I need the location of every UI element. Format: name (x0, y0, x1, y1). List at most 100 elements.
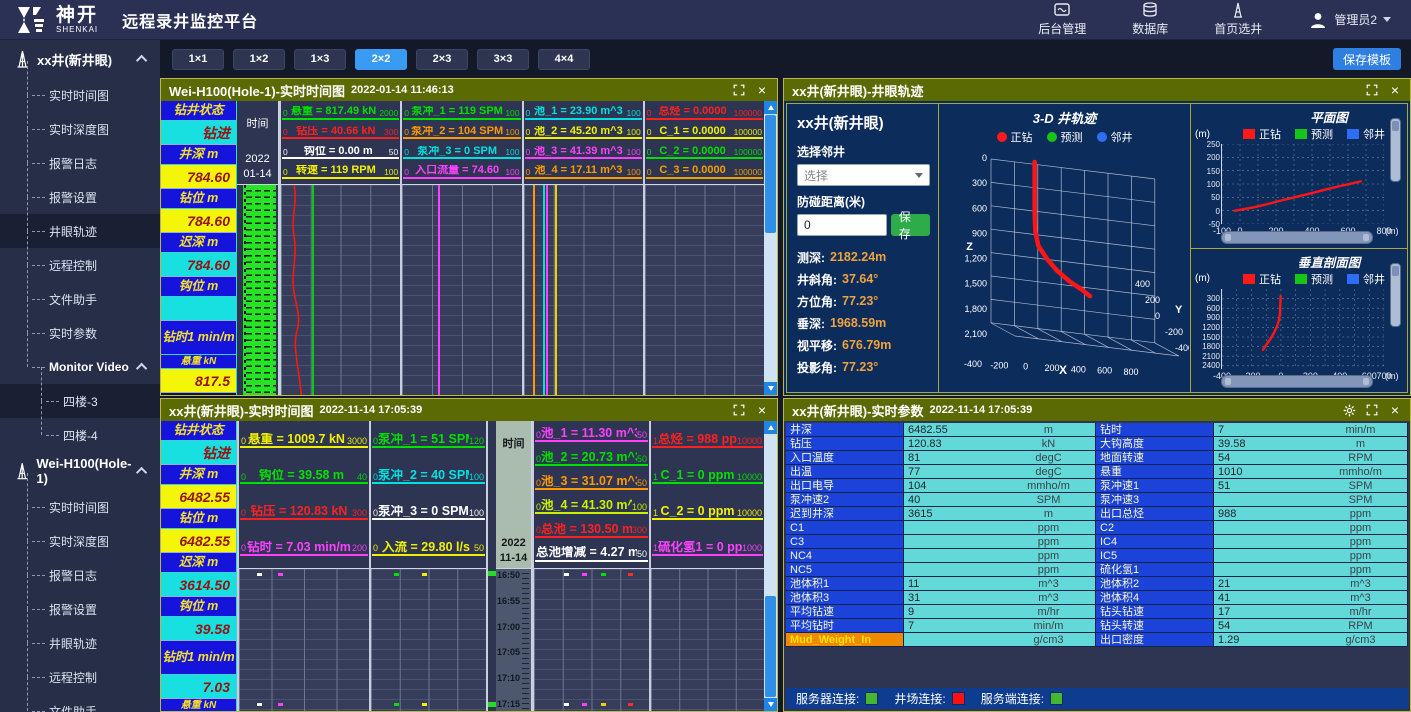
param-item: 迟深 m 3614.50 (161, 553, 236, 597)
tree-dash (32, 129, 45, 130)
sidebar-item[interactable]: Monitor Video (0, 350, 160, 384)
expand-icon[interactable] (1365, 83, 1379, 97)
close-icon[interactable]: × (755, 403, 769, 417)
param-value: 7.03 (161, 675, 236, 699)
sidebar-item[interactable]: 四楼-4 (0, 418, 160, 452)
sidebar-item[interactable]: Wei-H100(Hole-1) (0, 452, 160, 490)
tree-dash (32, 197, 45, 198)
sidebar-item[interactable]: 实时时间图 (0, 490, 160, 524)
horizontal-scrollbar[interactable] (1221, 375, 1373, 388)
layout-button[interactable]: 1×1 (172, 49, 224, 70)
save-template-button[interactable]: 保存模板 (1333, 48, 1401, 70)
layout-button[interactable]: 2×3 (416, 49, 468, 70)
param-item: 钻位 m 784.60 (161, 189, 236, 233)
curve-header: 0钻压 = 120.83 kN300 (240, 505, 368, 520)
param-value-cell: 3615 (904, 507, 1002, 521)
anticollision-distance-input[interactable]: 0 (797, 214, 887, 236)
sidebar-item[interactable]: 井眼轨迹 (0, 626, 160, 660)
param-unit-cell: m/hr (1002, 605, 1096, 619)
layout-button[interactable]: 1×3 (294, 49, 346, 70)
close-icon[interactable]: × (1388, 403, 1402, 417)
param-unit-cell: m^3 (1002, 577, 1096, 591)
table-row: 池体积3 31 m^3 池体积4 41 m^3 (786, 591, 1408, 605)
scroll-down-icon[interactable] (764, 698, 777, 711)
param-unit-cell: degC (1002, 465, 1096, 479)
expand-icon[interactable] (732, 83, 746, 97)
param-name-cell: 钻头转速 (1096, 619, 1214, 633)
vertical-scrollbar[interactable] (1390, 118, 1401, 182)
sidebar-item[interactable]: 远程控制 (0, 660, 160, 694)
param-name-cell: 井深 (786, 423, 904, 437)
layout-button[interactable]: 2×2 (355, 49, 407, 70)
vertical-scrollbar[interactable] (764, 421, 777, 711)
sidebar-item[interactable]: 实时深度图 (0, 112, 160, 146)
layout-button[interactable]: 4×4 (538, 49, 590, 70)
param-name-cell: 钻压 (786, 437, 904, 451)
close-icon[interactable]: × (755, 83, 769, 97)
param-value-cell: 41 (1214, 591, 1314, 605)
tree-dash (32, 711, 45, 712)
horizontal-scrollbar[interactable] (1221, 231, 1373, 244)
sidebar-item[interactable]: 实时深度图 (0, 524, 160, 558)
sidebar-item[interactable]: xx井(新井眼) (0, 40, 160, 78)
tree-dash (32, 333, 45, 334)
vertical-scrollbar[interactable] (764, 101, 777, 395)
sidebar-item-label: 报警日志 (49, 155, 97, 172)
status-indicator (1050, 692, 1063, 705)
table-row: 池体积1 11 m^3 池体积2 21 m^3 (786, 577, 1408, 591)
gear-icon[interactable] (1342, 403, 1356, 417)
curve-header: 0池_1 = 11.30 m^350 (535, 427, 648, 442)
param-label: 钻井状态 (161, 421, 236, 441)
nav-backend-admin[interactable]: 后台管理 (1038, 2, 1086, 37)
tree-dash (32, 265, 45, 266)
user-menu[interactable]: 管理员2 (1308, 10, 1391, 30)
sidebar-item[interactable]: 实时参数 (0, 316, 160, 350)
param-name-cell: 入口温度 (786, 451, 904, 465)
param-unit-cell: RPM (1314, 619, 1408, 633)
param-unit-cell: m^3 (1314, 591, 1408, 605)
connection-status-bar: 服务器连接: 井场连接: 服务端连接: (786, 688, 1408, 709)
sidebar-item[interactable]: 文件助手 (0, 694, 160, 712)
table-row: C3 ppm IC4 ppm (786, 535, 1408, 549)
close-icon[interactable]: × (1388, 83, 1402, 97)
activity-lithology-column (243, 185, 276, 395)
param-value-cell: 1.29 (1214, 633, 1314, 647)
scroll-down-icon[interactable] (764, 382, 777, 395)
offset-well-select[interactable]: 选择 (797, 164, 930, 186)
sidebar-item[interactable]: 文件助手 (0, 282, 160, 316)
sidebar-item[interactable]: 报警设置 (0, 592, 160, 626)
sidebar-item-label: 实时深度图 (49, 533, 109, 550)
time-tick: 16:55 (496, 597, 531, 606)
param-unit-cell: min/m (1314, 423, 1408, 437)
sidebar-item[interactable]: 报警日志 (0, 146, 160, 180)
offset-well-label: 选择邻井 (797, 143, 930, 160)
scroll-up-icon[interactable] (764, 101, 777, 114)
param-name-cell: NC4 (786, 549, 904, 563)
save-button[interactable]: 保存 (891, 214, 930, 236)
time-tick: 17:15 (496, 700, 531, 709)
layout-button[interactable]: 3×3 (477, 49, 529, 70)
sidebar-item[interactable]: 井眼轨迹 (0, 214, 160, 248)
svg-text:300: 300 (972, 178, 987, 188)
sidebar-item[interactable]: 报警日志 (0, 558, 160, 592)
sidebar-item[interactable]: 实时时间图 (0, 78, 160, 112)
scroll-up-icon[interactable] (764, 421, 777, 434)
tree-dash (32, 609, 45, 610)
expand-icon[interactable] (732, 403, 746, 417)
sidebar-item[interactable]: 远程控制 (0, 248, 160, 282)
trajectory-3d-plot: 03006009001,2001,5001,8002,100Z-400-2000… (939, 145, 1189, 375)
param-value: 817.5 (161, 369, 236, 393)
param-value-cell (904, 563, 1002, 577)
scroll-thumb[interactable] (765, 115, 776, 233)
expand-icon[interactable] (1365, 403, 1379, 417)
sidebar-item-label: 报警设置 (49, 189, 97, 206)
vertical-scrollbar[interactable] (1390, 263, 1401, 327)
nav-home-well-select[interactable]: 首页选井 (1214, 2, 1262, 37)
sidebar-item[interactable]: 四楼-3 (0, 384, 160, 418)
nav-database[interactable]: 数据库 (1132, 2, 1168, 37)
log-track-2: 0泵冲_1 = 51 SPM1200泵冲_2 = 40 SPM1000泵冲_3 … (369, 421, 486, 711)
layout-button[interactable]: 1×2 (233, 49, 285, 70)
sidebar-item[interactable]: 报警设置 (0, 180, 160, 214)
param-value-cell (1214, 563, 1314, 577)
scroll-thumb[interactable] (765, 596, 776, 698)
